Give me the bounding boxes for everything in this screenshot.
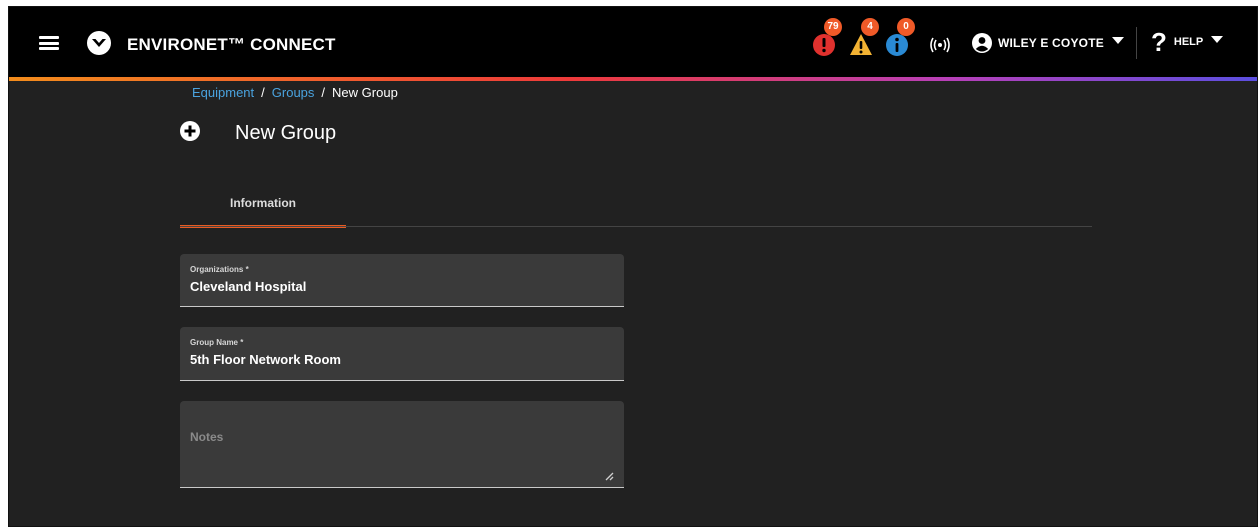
help-menu-caret-icon — [1211, 35, 1224, 43]
critical-alerts-button[interactable]: 79 — [812, 18, 842, 61]
notes-textarea[interactable]: Notes — [180, 401, 624, 488]
resize-handle-icon[interactable] — [604, 471, 614, 481]
top-bar: ENVIRONET™ CONNECT 79 4 0 WILEY E COYOTE… — [9, 7, 1257, 77]
header-divider — [1136, 27, 1137, 59]
tab-information[interactable]: Information — [180, 187, 346, 228]
info-alerts-button[interactable]: 0 — [885, 18, 915, 61]
group-name-field[interactable]: Group Name * 5th Floor Network Room — [180, 327, 624, 381]
add-circle-icon — [180, 121, 200, 141]
critical-alert-icon — [813, 34, 835, 56]
breadcrumb-link-groups[interactable]: Groups — [272, 85, 315, 100]
organization-field-label: Organizations * — [190, 265, 249, 274]
help-icon: ? — [1151, 27, 1167, 57]
brand-logo-icon — [87, 31, 111, 55]
warning-alert-icon — [850, 34, 872, 55]
app-title: ENVIRONET™ CONNECT — [127, 35, 336, 54]
page-title: New Group — [235, 122, 337, 144]
breadcrumb-link-equipment[interactable]: Equipment — [192, 85, 254, 100]
organization-field-value: Cleveland Hospital — [190, 279, 307, 294]
wireless-signal-icon[interactable] — [929, 37, 951, 53]
user-name: WILEY E COYOTE — [998, 36, 1104, 50]
header-accent-bar — [9, 77, 1257, 81]
menu-icon[interactable] — [39, 36, 59, 50]
notes-placeholder: Notes — [190, 430, 224, 444]
help-menu[interactable]: ? HELP — [1151, 27, 1224, 57]
organization-field[interactable]: Organizations * Cleveland Hospital — [180, 254, 624, 307]
tab-information-label: Information — [230, 196, 296, 210]
user-avatar-icon — [972, 33, 992, 53]
group-name-field-label: Group Name * — [190, 338, 244, 347]
warning-alerts-button[interactable]: 4 — [849, 18, 879, 61]
breadcrumb-current: New Group — [332, 85, 398, 100]
user-menu[interactable]: WILEY E COYOTE — [972, 31, 1124, 55]
tabs-divider — [180, 226, 1092, 227]
group-name-field-value: 5th Floor Network Room — [190, 352, 341, 367]
warning-alert-count: 4 — [861, 18, 879, 36]
help-label: HELP — [1173, 36, 1204, 48]
info-alert-count: 0 — [897, 18, 915, 36]
breadcrumb: Equipment / Groups / New Group — [192, 85, 398, 100]
app-window: ENVIRONET™ CONNECT 79 4 0 WILEY E COYOTE… — [8, 6, 1258, 527]
critical-alert-count: 79 — [824, 18, 842, 36]
info-alert-icon — [886, 34, 908, 56]
user-menu-caret-icon — [1111, 36, 1124, 44]
